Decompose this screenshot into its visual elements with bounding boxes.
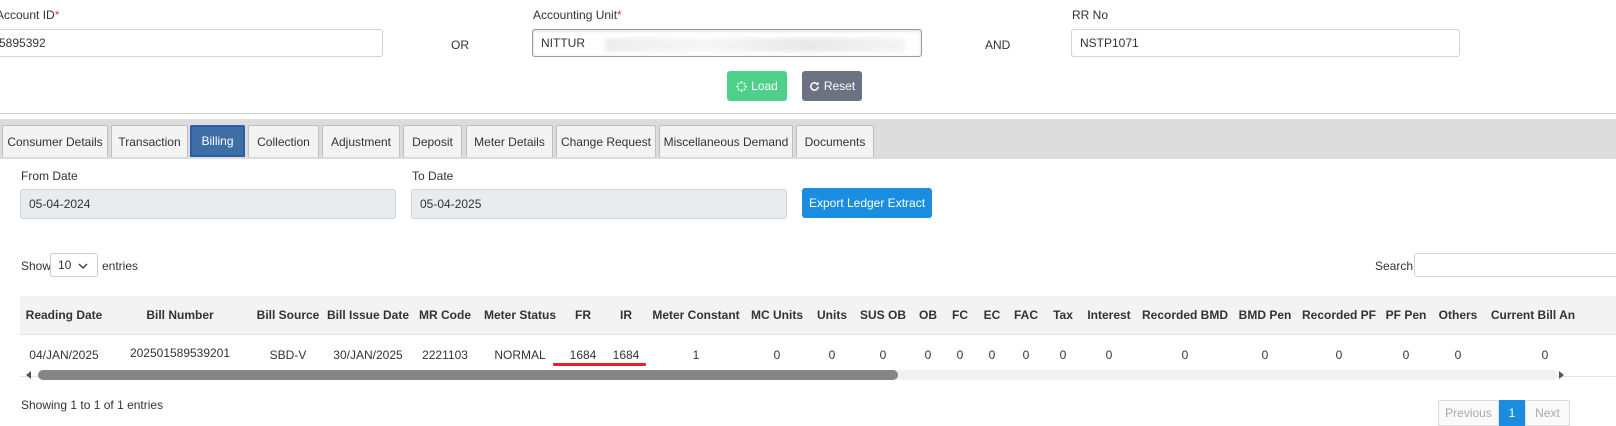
to-date-label: To Date — [412, 169, 454, 183]
cell-fc: 0 — [956, 348, 964, 362]
entries-value: 10 — [58, 258, 72, 272]
entries-select[interactable]: 10 — [50, 253, 98, 277]
cell-ir: 1684 — [612, 348, 640, 362]
cell-reading-date: 04/JAN/2025 — [29, 348, 99, 362]
cell-ec: 0 — [988, 348, 996, 362]
col-reading-date[interactable]: Reading Date — [26, 308, 103, 322]
cell-bill-source: SBD-V — [269, 348, 307, 362]
scrollbar-thumb[interactable] — [38, 370, 898, 380]
load-label: Load — [751, 79, 778, 93]
col-units[interactable]: Units — [817, 308, 847, 322]
col-ir[interactable]: IR — [620, 308, 632, 322]
cell-units: 0 — [828, 348, 836, 362]
export-ledger-button[interactable]: Export Ledger Extract — [802, 188, 932, 218]
next-page-button[interactable]: Next — [1525, 400, 1570, 426]
col-current-bill-amount[interactable]: Current Bill An — [1491, 308, 1575, 322]
rr-no-label: RR No — [1072, 8, 1109, 22]
col-sus-ob[interactable]: SUS OB — [860, 308, 906, 322]
col-recorded-pf[interactable]: Recorded PF — [1302, 308, 1376, 322]
divider — [0, 113, 1616, 114]
page-1-button[interactable]: 1 — [1499, 400, 1525, 426]
search-label: Search: — [1375, 259, 1417, 273]
refresh-icon — [809, 81, 819, 91]
cell-current-bill-amount: 0 — [1541, 348, 1549, 362]
cell-ob: 0 — [924, 348, 932, 362]
cell-recorded-pf: 0 — [1335, 348, 1343, 362]
from-date-input[interactable] — [20, 189, 396, 219]
cell-others: 0 — [1454, 348, 1462, 362]
load-button[interactable]: Load — [727, 71, 787, 101]
scroll-left-icon[interactable] — [24, 370, 34, 380]
col-mr-code[interactable]: MR Code — [419, 308, 471, 322]
tab-change-request[interactable]: Change Request — [556, 125, 656, 157]
col-ob[interactable]: OB — [919, 308, 937, 322]
accounting-unit-label: Accounting Unit* — [533, 8, 622, 22]
reset-label: Reset — [823, 79, 856, 93]
cell-bill-issue-date: 30/JAN/2025 — [333, 348, 403, 362]
search-input[interactable] — [1414, 253, 1616, 277]
tab-adjustment[interactable]: Adjustment — [322, 125, 400, 157]
tab-billing[interactable]: Billing — [190, 125, 245, 157]
col-fac[interactable]: FAC — [1014, 308, 1038, 322]
rr-no-input[interactable] — [1071, 29, 1460, 57]
cell-fac: 0 — [1022, 348, 1030, 362]
tab-consumer-details[interactable]: Consumer Details — [2, 125, 108, 157]
redacted-area — [605, 38, 905, 52]
cell-recorded-bmd: 0 — [1181, 348, 1189, 362]
scroll-right-icon[interactable] — [1556, 370, 1566, 380]
spinner-icon — [736, 80, 747, 92]
tab-transaction[interactable]: Transaction — [111, 125, 188, 157]
table-info: Showing 1 to 1 of 1 entries — [21, 398, 164, 412]
col-meter-constant[interactable]: Meter Constant — [652, 308, 739, 322]
tab-documents[interactable]: Documents — [796, 125, 874, 157]
col-bmd-pen[interactable]: BMD Pen — [1239, 308, 1292, 322]
to-date-input[interactable] — [411, 189, 787, 219]
chevron-down-icon — [78, 263, 88, 269]
reset-button[interactable]: Reset — [802, 71, 862, 101]
cell-interest: 0 — [1105, 348, 1113, 362]
show-label: Show — [21, 259, 52, 273]
account-id-input[interactable] — [0, 29, 383, 57]
col-bill-number[interactable]: Bill Number — [146, 308, 213, 322]
from-date-label: From Date — [21, 169, 78, 183]
col-meter-status[interactable]: Meter Status — [484, 308, 556, 322]
col-fc[interactable]: FC — [952, 308, 968, 322]
col-fr[interactable]: FR — [575, 308, 591, 322]
table-divider — [20, 334, 1616, 335]
entries-label: entries — [102, 259, 139, 273]
cell-fr: 1684 — [569, 348, 597, 362]
annotation-underline — [553, 363, 646, 366]
col-bill-source[interactable]: Bill Source — [257, 308, 320, 322]
and-label: AND — [985, 38, 1011, 52]
col-bill-issue-date[interactable]: Bill Issue Date — [327, 308, 409, 322]
col-others[interactable]: Others — [1439, 308, 1478, 322]
col-tax[interactable]: Tax — [1053, 308, 1073, 322]
tab-collection[interactable]: Collection — [248, 125, 319, 157]
cell-tax: 0 — [1059, 348, 1067, 362]
account-id-label: Account ID* — [0, 8, 60, 22]
tab-meter-details[interactable]: Meter Details — [466, 125, 553, 157]
cell-meter-status: NORMAL — [494, 348, 546, 362]
accounting-unit-value: NITTUR — [541, 36, 585, 50]
tab-deposit[interactable]: Deposit — [403, 125, 462, 157]
col-ec[interactable]: EC — [984, 308, 1001, 322]
cell-bill-number: 202501589539201 — [129, 346, 231, 360]
cell-meter-constant: 1 — [692, 348, 700, 362]
cell-mc-units: 0 — [773, 348, 781, 362]
cell-sus-ob: 0 — [879, 348, 887, 362]
col-mc-units[interactable]: MC Units — [751, 308, 803, 322]
previous-page-button[interactable]: Previous — [1438, 400, 1499, 426]
cell-mr-code: 2221103 — [422, 348, 468, 362]
or-label: OR — [451, 38, 469, 52]
cell-pf-pen: 0 — [1402, 348, 1410, 362]
col-interest[interactable]: Interest — [1087, 308, 1130, 322]
tab-miscellaneous-demand[interactable]: Miscellaneous Demand — [659, 125, 793, 157]
col-pf-pen[interactable]: PF Pen — [1386, 308, 1427, 322]
cell-bmd-pen: 0 — [1261, 348, 1269, 362]
col-recorded-bmd[interactable]: Recorded BMD — [1142, 308, 1228, 322]
